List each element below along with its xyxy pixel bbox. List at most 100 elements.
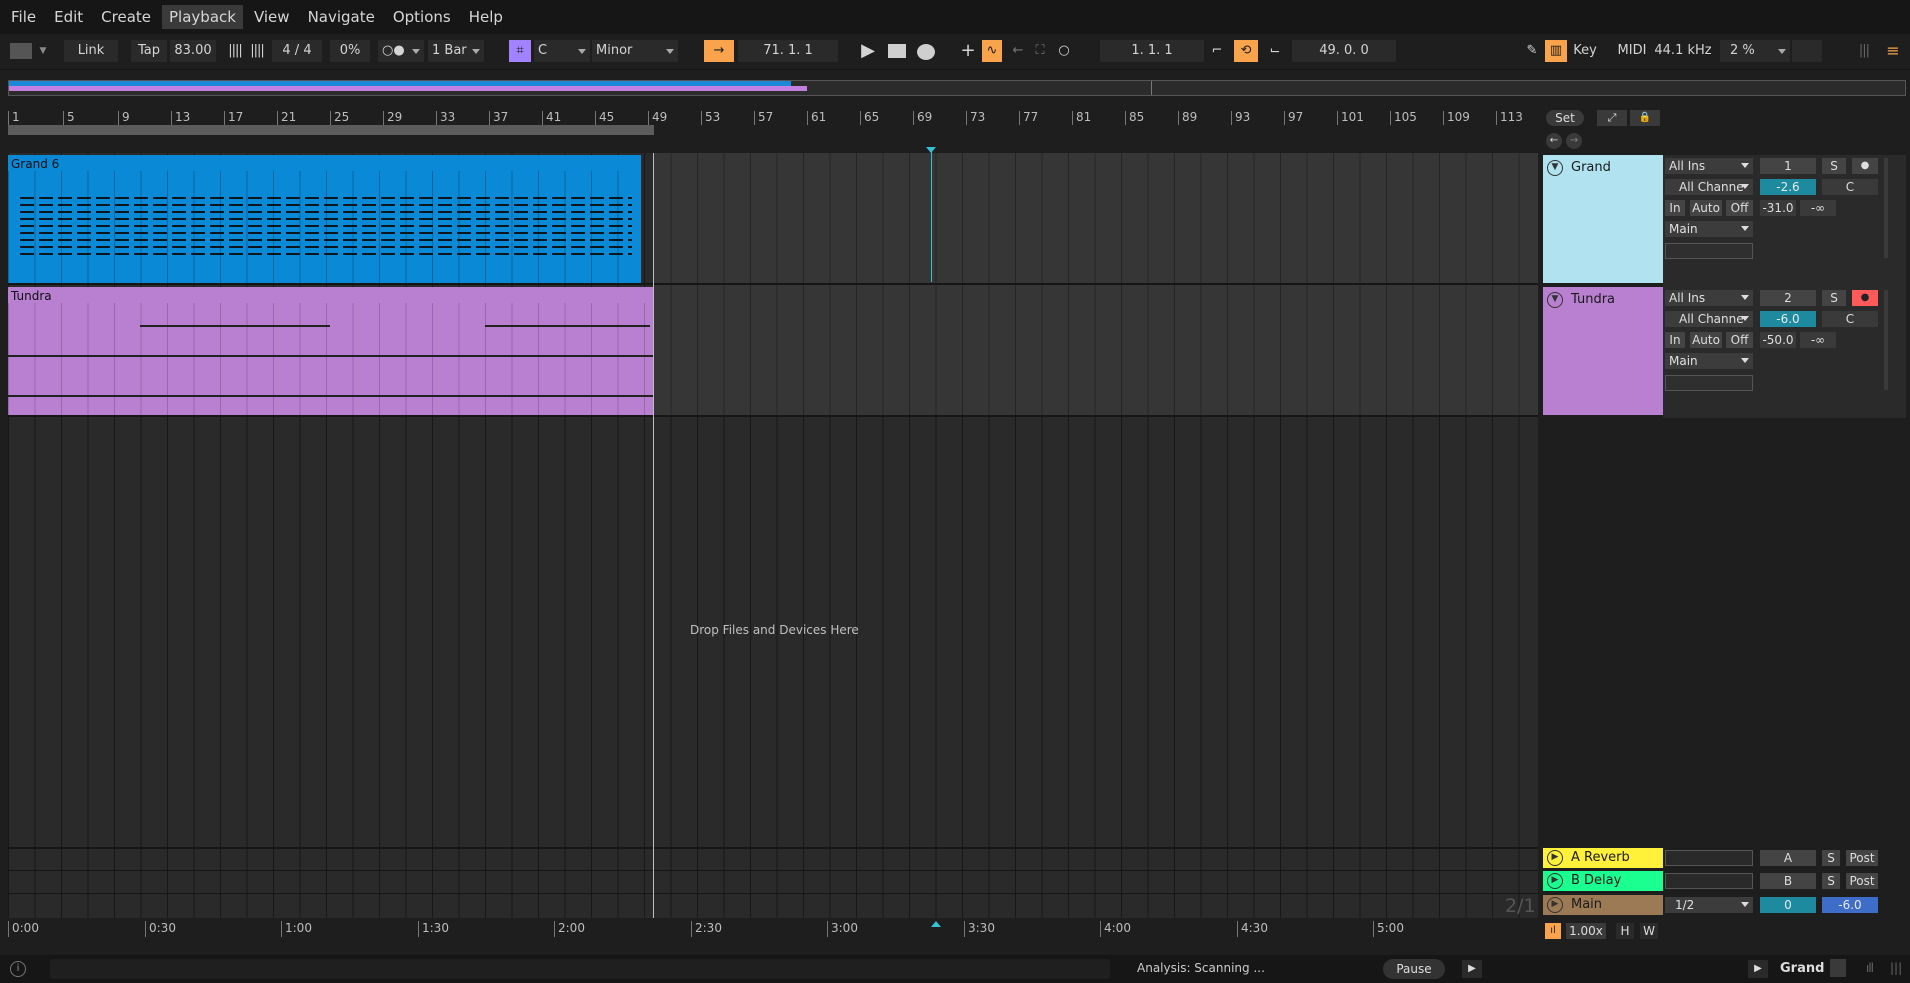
time-ruler[interactable]: 0:00 0:30 1:00 1:30 2:00 2:30 3:00 3:30 … [8,918,1538,940]
arm-icon[interactable]: ● [1852,290,1878,306]
output-subroute[interactable] [1665,243,1753,259]
solo-button[interactable]: S [1822,290,1846,306]
track-header-grand[interactable]: ▼ Grand [1543,155,1663,283]
main-volume-field[interactable]: 0 [1760,897,1816,913]
output-subroute[interactable] [1665,375,1753,391]
song-position-field[interactable]: 71. 1. 1 [738,40,838,62]
capture-icon[interactable]: ⛶ [1030,40,1050,62]
output-dropdown[interactable]: Main [1665,221,1753,237]
solo-button[interactable]: S [1822,873,1840,889]
set-button[interactable]: Set [1546,110,1584,126]
input-channel-dropdown[interactable]: All Channe [1665,179,1753,195]
play-icon[interactable]: ▶ [1547,873,1563,889]
menu-navigate[interactable]: Navigate [301,5,382,29]
menu-icon[interactable]: ≡ [1882,40,1904,62]
track-activator[interactable]: 1 [1760,158,1816,174]
menu-help[interactable]: Help [462,5,510,29]
post-button[interactable]: Post [1846,850,1878,866]
menu-create[interactable]: Create [94,5,158,29]
back-arrow-icon[interactable]: ← [1546,133,1562,149]
monitor-off-button[interactable]: Off [1726,332,1753,348]
fold-icon[interactable]: ▼ [1547,160,1563,176]
play-icon[interactable]: ▶ [1462,960,1482,978]
pan-field[interactable]: C [1822,311,1878,327]
pan-field[interactable]: C [1822,179,1878,195]
back-to-arrangement-icon[interactable]: ← [1008,40,1028,62]
return-output[interactable] [1665,873,1753,889]
return-track-a-reverb[interactable]: ▶ A Reverb [1543,848,1663,868]
waveform-icon[interactable]: ıl [1545,923,1561,939]
solo-button[interactable]: S [1822,850,1840,866]
time-signature-field[interactable]: 4 / 4 [272,40,322,62]
forward-arrow-icon[interactable]: → [1566,133,1582,149]
view-toggle-icon[interactable] [10,43,32,59]
loop-brace[interactable] [8,125,654,135]
return-activator[interactable]: A [1760,850,1816,866]
key-map-button[interactable]: Key [1568,40,1602,62]
h-button[interactable]: H [1616,923,1634,939]
monitor-off-button[interactable]: Off [1726,200,1753,216]
monitor-in-button[interactable]: In [1665,200,1685,216]
monitor-auto-button[interactable]: Auto [1690,200,1722,216]
scale-dropdown[interactable]: Minor [592,40,678,62]
scale-mode-icon[interactable]: ⌗ [509,40,531,62]
info-icon[interactable]: i [10,961,26,977]
automation-icon[interactable]: ∿ [982,40,1002,62]
groove-amount-field[interactable]: 0% [330,40,370,62]
input-type-dropdown[interactable]: All Ins [1665,290,1753,306]
midi-map-button[interactable]: MIDI [1614,40,1650,62]
play-icon[interactable]: ▶ [1547,897,1563,913]
input-type-dropdown[interactable]: All Ins [1665,158,1753,174]
return-activator[interactable]: B [1760,873,1816,889]
chevron-down-icon[interactable]: ▼ [36,40,50,62]
cue-out-dropdown[interactable]: 1/2 [1665,897,1753,913]
menu-edit[interactable]: Edit [47,5,90,29]
solo-button[interactable]: S [1822,158,1846,174]
w-button[interactable]: W [1640,923,1658,939]
follow-icon[interactable]: → [704,40,734,62]
stop-icon[interactable] [888,44,906,58]
drop-area[interactable]: Drop Files and Devices Here [8,417,1538,983]
arrangement-overview[interactable] [8,80,1906,96]
loop-length-field[interactable]: 49. 0. 0 [1292,40,1396,62]
loop-start-field[interactable]: 1. 1. 1 [1100,40,1204,62]
quantize-dropdown[interactable]: 1 Bar [428,40,484,62]
pause-analysis-button[interactable]: Pause [1383,959,1445,979]
lock-icon[interactable]: 🔒 [1630,110,1660,126]
send-field[interactable]: -31.0 [1760,200,1796,216]
main-pan-field[interactable]: -6.0 [1822,897,1878,913]
track-lane-grand[interactable]: Grand 6 [8,153,1538,285]
monitor-auto-button[interactable]: Auto [1690,332,1722,348]
main-track-header[interactable]: ▶ Main [1543,895,1663,915]
loop-switch-icon[interactable]: ⟲ [1234,40,1258,62]
return-output[interactable] [1665,850,1753,866]
zoom-field[interactable]: 1.00x [1566,923,1606,939]
nudge-up-icon[interactable]: |||| [248,40,266,62]
record-icon[interactable] [917,44,935,60]
layout-icon[interactable]: ||| [1890,961,1902,975]
input-channel-dropdown[interactable]: All Channe [1665,311,1753,327]
menu-playback[interactable]: Playback [162,5,243,29]
metronome-icon[interactable]: ○● [378,40,424,62]
punch-in-icon[interactable]: ⌐ [1206,40,1228,62]
menu-options[interactable]: Options [386,5,458,29]
key-dropdown[interactable]: C [534,40,590,62]
expand-icon[interactable]: ⤢ [1597,110,1627,126]
output-dropdown[interactable]: Main [1665,353,1753,369]
send-field[interactable]: -50.0 [1760,332,1796,348]
tempo-field[interactable]: 83.00 [170,40,216,62]
piano-icon[interactable]: ▥ [1545,40,1567,62]
monitor-in-button[interactable]: In [1665,332,1685,348]
punch-out-icon[interactable]: ⌙ [1264,40,1286,62]
play-icon[interactable]: ▶ [1547,850,1563,866]
track-header-tundra[interactable]: ▼ Tundra [1543,287,1663,415]
play-icon[interactable]: ▶ [858,40,878,62]
return-track-b-delay[interactable]: ▶ B Delay [1543,871,1663,891]
menu-file[interactable]: File [4,5,43,29]
track-lane-tundra[interactable]: Tundra [8,285,1538,417]
arm-icon[interactable]: ● [1852,158,1878,174]
clip-tundra[interactable]: Tundra [8,287,654,415]
arrangement-view[interactable]: Grand 6 Tundra Drop Files and Devices He… [8,147,1538,918]
session-record-icon[interactable]: ○ [1054,40,1074,62]
track-activator[interactable]: 2 [1760,290,1816,306]
